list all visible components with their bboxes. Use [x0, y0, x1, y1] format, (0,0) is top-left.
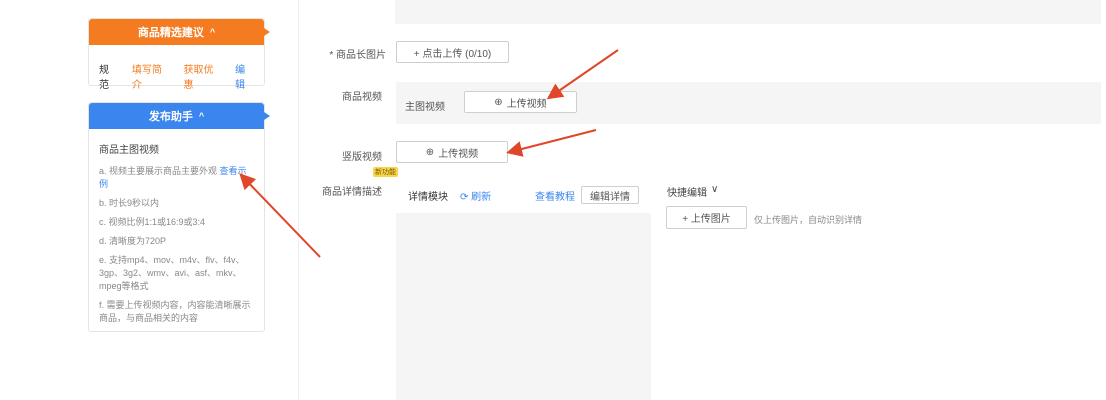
arrow-to-hint	[239, 173, 321, 258]
arrow-to-main-video	[546, 49, 619, 100]
arrow-to-vertical-video	[506, 129, 597, 157]
annotation-arrows	[239, 49, 619, 258]
page: 商品精选建议 ^ 规范 填写简介 获取优惠 编辑 发布助手 ^ 商品主图视频 a…	[0, 0, 1106, 400]
